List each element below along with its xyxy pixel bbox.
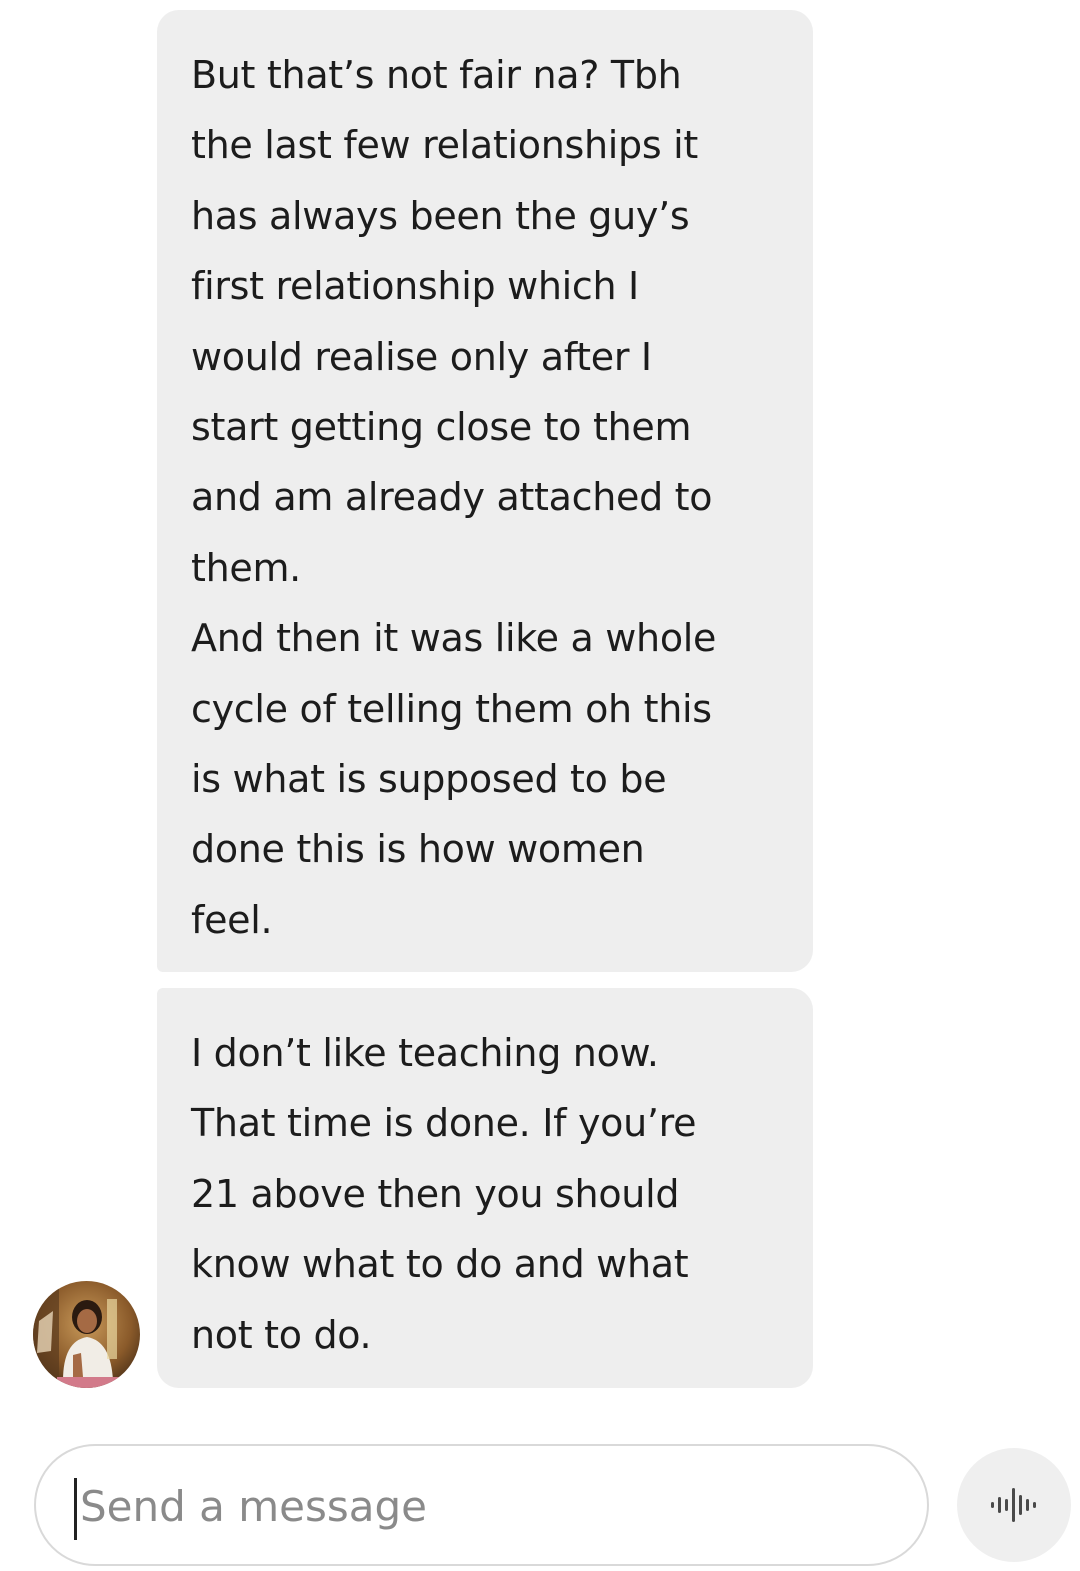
sender-avatar[interactable] bbox=[33, 1281, 140, 1388]
message-text-line: them. bbox=[191, 545, 301, 590]
message-text-line: know what to do and what bbox=[191, 1242, 689, 1287]
message-input-placeholder: Send a message bbox=[80, 1482, 427, 1531]
message-text-line: not to do. bbox=[191, 1312, 372, 1357]
received-message-bubble[interactable]: I don’t like teaching now. That time is … bbox=[157, 988, 813, 1388]
voice-message-button[interactable] bbox=[957, 1448, 1071, 1562]
message-thread: But that’s not fair na? Tbh the last few… bbox=[0, 0, 1080, 1410]
message-text-line: is what is supposed to be bbox=[191, 757, 667, 802]
voice-waveform-icon bbox=[991, 1488, 1036, 1522]
message-text-line: the last few relationships it bbox=[191, 123, 698, 168]
avatar-photo bbox=[33, 1281, 140, 1388]
message-text-line: I don’t like teaching now. bbox=[191, 1031, 659, 1075]
received-message-bubble[interactable]: But that’s not fair na? Tbh the last few… bbox=[157, 10, 813, 972]
message-text-line: done this is how women bbox=[191, 827, 645, 872]
message-text-line: has always been the guy’s bbox=[191, 193, 690, 238]
message-text-line: start getting close to them bbox=[191, 405, 692, 450]
message-input[interactable]: Send a message bbox=[34, 1444, 929, 1566]
message-text-line: first relationship which I bbox=[191, 264, 639, 309]
message-text-line: and am already attached to bbox=[191, 475, 713, 520]
message-text-line: 21 above then you should bbox=[191, 1171, 680, 1216]
message-text-line: cycle of telling them oh this bbox=[191, 686, 712, 731]
message-text-line: would realise only after I bbox=[191, 334, 652, 379]
text-cursor bbox=[74, 1478, 77, 1540]
message-composer: Send a message bbox=[0, 1430, 1080, 1571]
message-text-line: But that’s not fair na? Tbh bbox=[191, 53, 682, 97]
message-text-line: That time is done. If you’re bbox=[191, 1101, 697, 1146]
message-text-line: And then it was like a whole bbox=[191, 616, 717, 661]
message-text-line: feel. bbox=[191, 897, 273, 942]
